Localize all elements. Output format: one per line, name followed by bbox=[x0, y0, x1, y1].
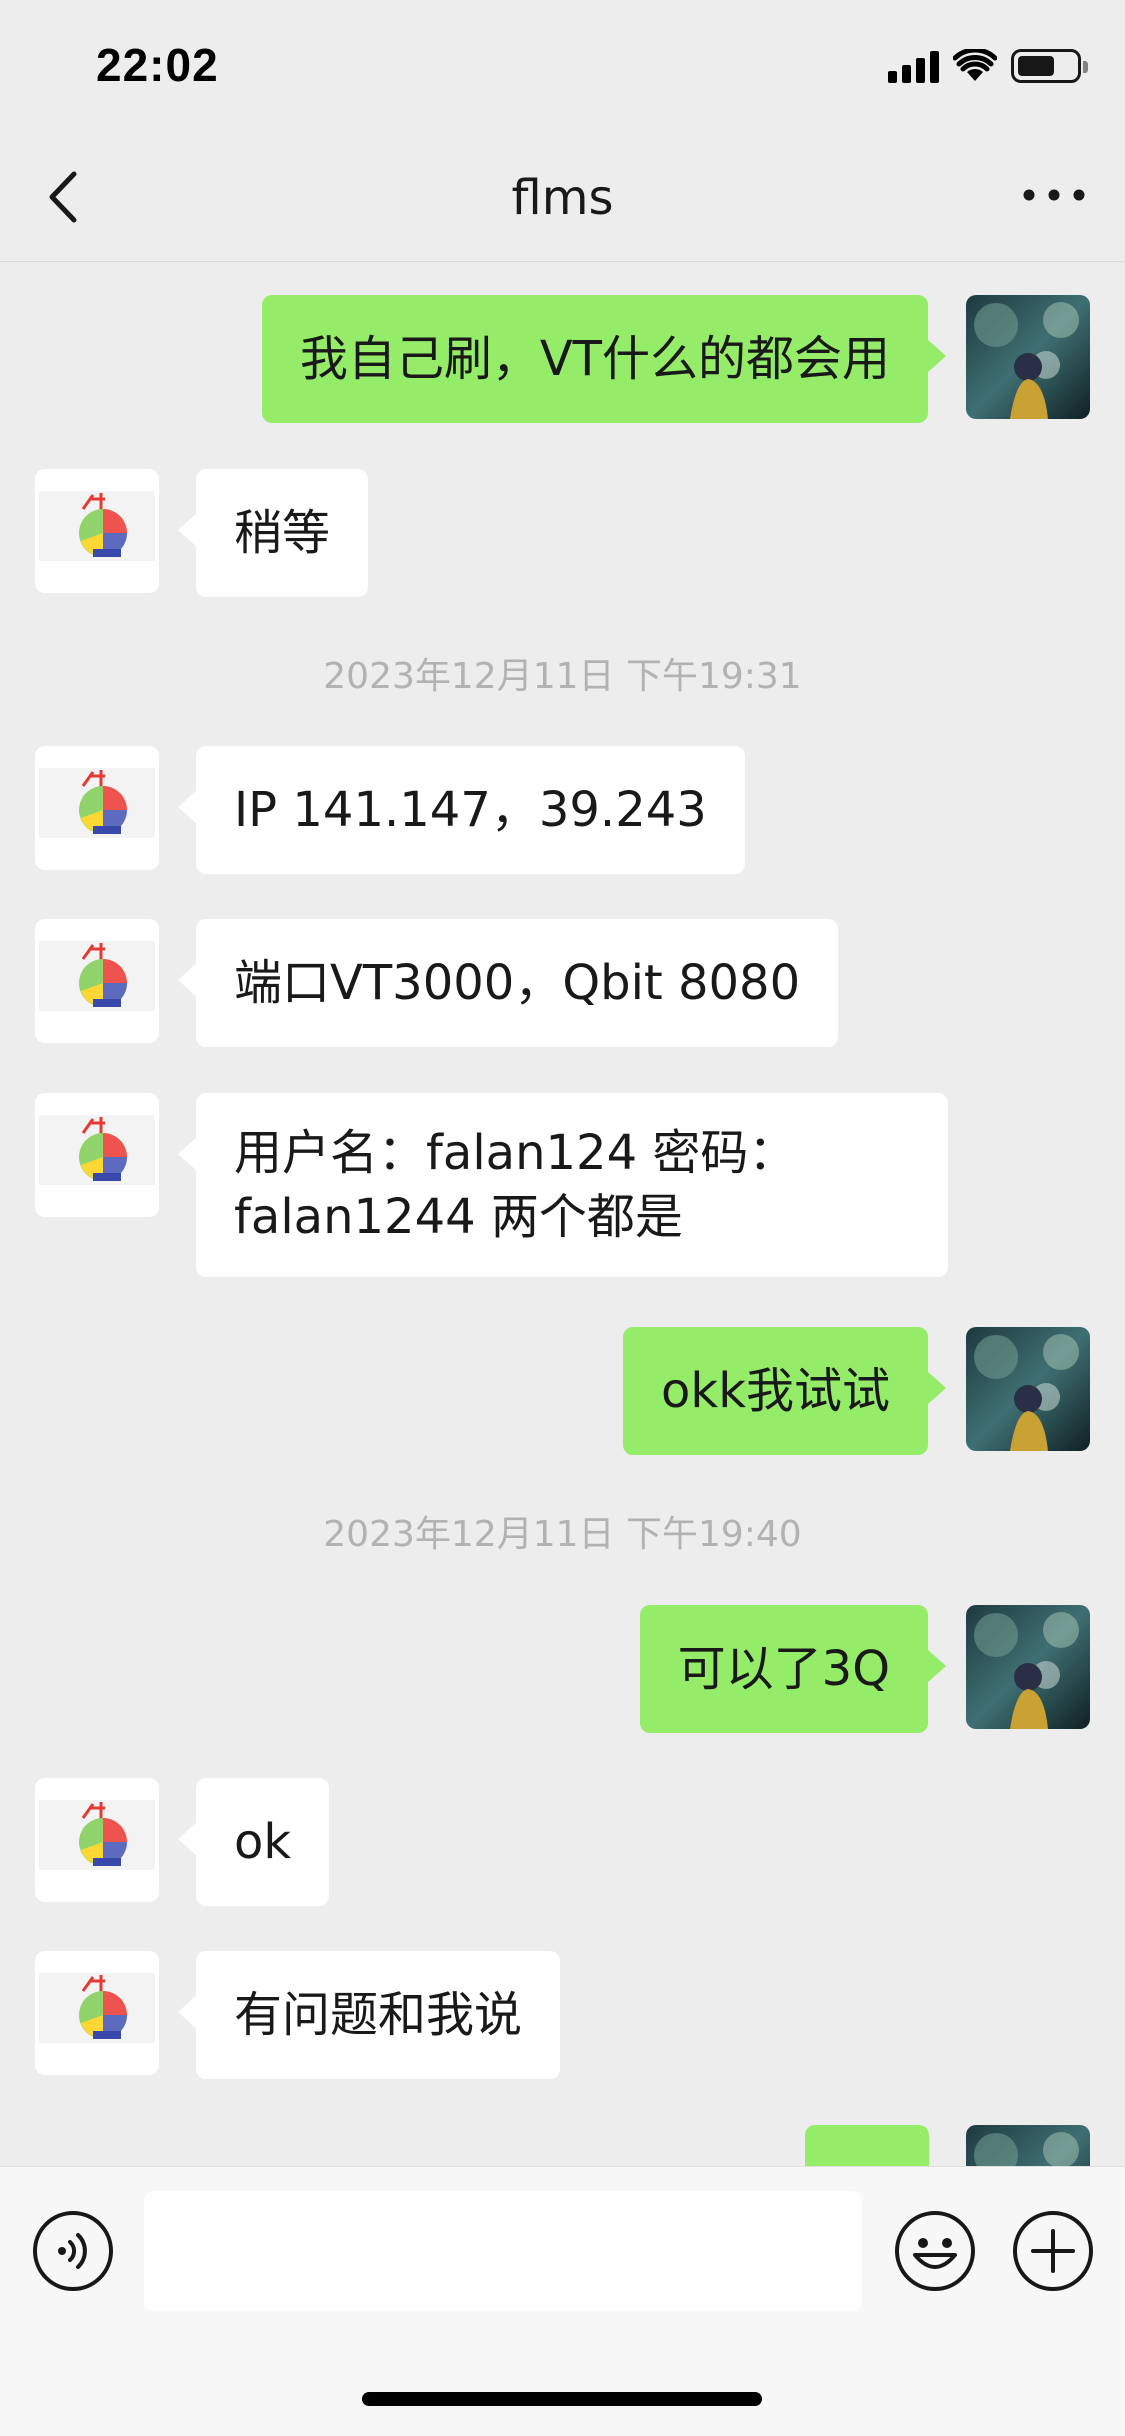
nav-bar: flms bbox=[0, 132, 1125, 262]
my-avatar[interactable] bbox=[966, 2125, 1090, 2166]
my-avatar[interactable] bbox=[966, 1327, 1090, 1451]
message-bubble-sent[interactable]: 我自己刷，VT什么的都会用 bbox=[261, 295, 947, 423]
chat-area[interactable]: 我自己刷，VT什么的都会用 稍等 2023年12月11日 下午19:31 IP … bbox=[0, 263, 1125, 2166]
timestamp: 2023年12月11日 下午19:31 bbox=[323, 656, 802, 697]
contact-avatar[interactable] bbox=[35, 469, 159, 593]
signal-bars-icon bbox=[888, 49, 939, 83]
my-avatar[interactable] bbox=[966, 295, 1090, 419]
status-bar: 22:02 bbox=[0, 0, 1125, 132]
voice-icon[interactable] bbox=[31, 2209, 115, 2293]
status-icons bbox=[888, 46, 1088, 86]
message-bubble-sent[interactable]: 可以了3Q bbox=[639, 1605, 947, 1733]
message-bubble-received[interactable]: ok bbox=[177, 1778, 330, 1906]
contact-avatar[interactable] bbox=[35, 1778, 159, 1902]
emoji-icon[interactable] bbox=[893, 2209, 977, 2293]
message-bubble-received[interactable]: 用户名：falan124 密码：falan1244 两个都是 bbox=[178, 1093, 948, 1277]
message-bubble-received[interactable]: 端口VT3000，Qbit 8080 bbox=[177, 919, 839, 1047]
status-time: 22:02 bbox=[96, 39, 219, 91]
contact-avatar[interactable] bbox=[35, 919, 159, 1043]
wifi-icon bbox=[953, 49, 997, 81]
message-bubble-received[interactable]: 有问题和我说 bbox=[177, 1951, 561, 2079]
message-bubble-sent[interactable]: okk我试试 bbox=[623, 1327, 946, 1455]
message-input[interactable] bbox=[144, 2191, 862, 2311]
chat-title: flms bbox=[511, 170, 614, 226]
more-dots-icon[interactable] bbox=[1019, 170, 1089, 220]
message-bubble-received[interactable]: IP 141.147，39.243 bbox=[178, 746, 745, 874]
contact-avatar[interactable] bbox=[35, 1951, 159, 2075]
contact-avatar[interactable] bbox=[35, 746, 159, 870]
timestamp: 2023年12月11日 下午19:40 bbox=[323, 1514, 802, 1555]
my-avatar[interactable] bbox=[966, 1605, 1090, 1729]
home-indicator[interactable] bbox=[362, 2392, 762, 2406]
contact-avatar[interactable] bbox=[35, 1093, 159, 1217]
plus-icon[interactable] bbox=[1011, 2209, 1095, 2293]
battery-icon bbox=[1011, 49, 1088, 83]
message-bubble-received[interactable]: 稍等 bbox=[177, 469, 369, 597]
message-bubble-sent-partial[interactable] bbox=[805, 2125, 929, 2166]
